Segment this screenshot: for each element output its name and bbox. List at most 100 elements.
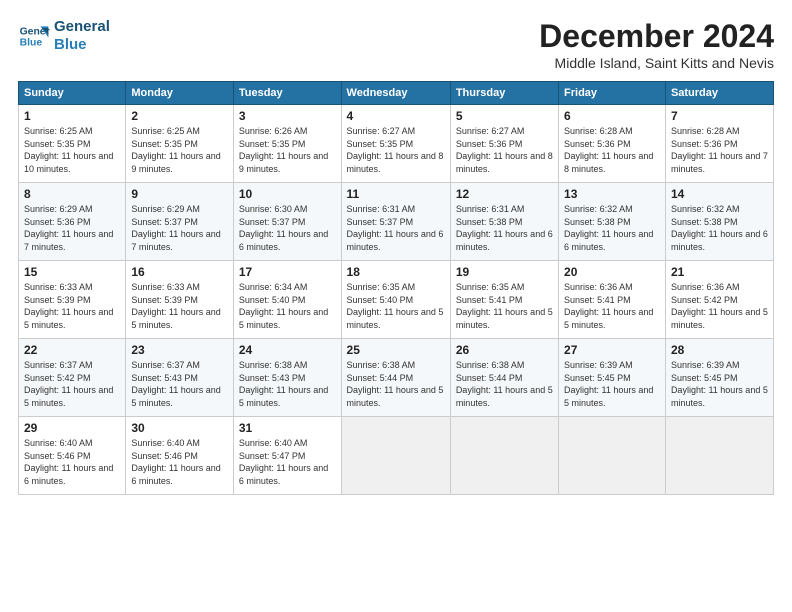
calendar-cell: 17 Sunrise: 6:34 AM Sunset: 5:40 PM Dayl… bbox=[233, 261, 341, 339]
sunrise-label: Sunrise: bbox=[671, 360, 704, 370]
day-info: Sunrise: 6:26 AM Sunset: 5:35 PM Dayligh… bbox=[239, 125, 336, 175]
day-info: Sunrise: 6:38 AM Sunset: 5:44 PM Dayligh… bbox=[347, 359, 445, 409]
weekday-header-thursday: Thursday bbox=[450, 82, 558, 105]
day-number: 22 bbox=[24, 343, 120, 357]
daylight-label: Daylight: bbox=[131, 307, 166, 317]
day-number: 21 bbox=[671, 265, 768, 279]
svg-text:Blue: Blue bbox=[20, 38, 43, 49]
daylight-label: Daylight: bbox=[347, 385, 382, 395]
day-number: 18 bbox=[347, 265, 445, 279]
sunrise-label: Sunrise: bbox=[671, 126, 704, 136]
sunset-label: Sunset: bbox=[131, 139, 162, 149]
calendar-cell: 15 Sunrise: 6:33 AM Sunset: 5:39 PM Dayl… bbox=[19, 261, 126, 339]
daylight-label: Daylight: bbox=[347, 151, 382, 161]
calendar-cell: 24 Sunrise: 6:38 AM Sunset: 5:43 PM Dayl… bbox=[233, 339, 341, 417]
sunset-label: Sunset: bbox=[671, 373, 702, 383]
daylight-label: Daylight: bbox=[239, 307, 274, 317]
sunset-label: Sunset: bbox=[456, 295, 487, 305]
sunset-label: Sunset: bbox=[239, 217, 270, 227]
calendar-cell: 19 Sunrise: 6:35 AM Sunset: 5:41 PM Dayl… bbox=[450, 261, 558, 339]
daylight-label: Daylight: bbox=[564, 385, 599, 395]
day-number: 1 bbox=[24, 109, 120, 123]
daylight-label: Daylight: bbox=[456, 385, 491, 395]
day-number: 15 bbox=[24, 265, 120, 279]
daylight-label: Daylight: bbox=[456, 307, 491, 317]
daylight-label: Daylight: bbox=[239, 463, 274, 473]
sunrise-label: Sunrise: bbox=[24, 126, 57, 136]
sunrise-label: Sunrise: bbox=[239, 360, 272, 370]
calendar-cell: 14 Sunrise: 6:32 AM Sunset: 5:38 PM Dayl… bbox=[665, 183, 773, 261]
sunrise-label: Sunrise: bbox=[24, 204, 57, 214]
calendar-cell: 30 Sunrise: 6:40 AM Sunset: 5:46 PM Dayl… bbox=[126, 417, 234, 495]
calendar-cell: 18 Sunrise: 6:35 AM Sunset: 5:40 PM Dayl… bbox=[341, 261, 450, 339]
daylight-label: Daylight: bbox=[24, 229, 59, 239]
day-info: Sunrise: 6:28 AM Sunset: 5:36 PM Dayligh… bbox=[671, 125, 768, 175]
sunset-label: Sunset: bbox=[456, 217, 487, 227]
day-number: 17 bbox=[239, 265, 336, 279]
sunset-label: Sunset: bbox=[347, 295, 378, 305]
calendar-cell: 8 Sunrise: 6:29 AM Sunset: 5:36 PM Dayli… bbox=[19, 183, 126, 261]
sunrise-label: Sunrise: bbox=[24, 282, 57, 292]
calendar-cell: 3 Sunrise: 6:26 AM Sunset: 5:35 PM Dayli… bbox=[233, 105, 341, 183]
sunset-label: Sunset: bbox=[347, 139, 378, 149]
sunrise-label: Sunrise: bbox=[564, 360, 597, 370]
day-number: 20 bbox=[564, 265, 660, 279]
daylight-label: Daylight: bbox=[671, 229, 706, 239]
day-number: 12 bbox=[456, 187, 553, 201]
calendar-cell: 23 Sunrise: 6:37 AM Sunset: 5:43 PM Dayl… bbox=[126, 339, 234, 417]
day-info: Sunrise: 6:36 AM Sunset: 5:42 PM Dayligh… bbox=[671, 281, 768, 331]
day-info: Sunrise: 6:25 AM Sunset: 5:35 PM Dayligh… bbox=[24, 125, 120, 175]
day-info: Sunrise: 6:29 AM Sunset: 5:36 PM Dayligh… bbox=[24, 203, 120, 253]
calendar-cell bbox=[450, 417, 558, 495]
sunset-label: Sunset: bbox=[24, 217, 55, 227]
calendar-cell: 6 Sunrise: 6:28 AM Sunset: 5:36 PM Dayli… bbox=[559, 105, 666, 183]
daylight-label: Daylight: bbox=[347, 307, 382, 317]
daylight-label: Daylight: bbox=[239, 151, 274, 161]
calendar-week-1: 1 Sunrise: 6:25 AM Sunset: 5:35 PM Dayli… bbox=[19, 105, 774, 183]
sunrise-label: Sunrise: bbox=[564, 282, 597, 292]
weekday-header-wednesday: Wednesday bbox=[341, 82, 450, 105]
calendar-cell: 26 Sunrise: 6:38 AM Sunset: 5:44 PM Dayl… bbox=[450, 339, 558, 417]
day-number: 10 bbox=[239, 187, 336, 201]
day-info: Sunrise: 6:27 AM Sunset: 5:36 PM Dayligh… bbox=[456, 125, 553, 175]
day-info: Sunrise: 6:36 AM Sunset: 5:41 PM Dayligh… bbox=[564, 281, 660, 331]
calendar-cell: 20 Sunrise: 6:36 AM Sunset: 5:41 PM Dayl… bbox=[559, 261, 666, 339]
day-info: Sunrise: 6:33 AM Sunset: 5:39 PM Dayligh… bbox=[131, 281, 228, 331]
daylight-label: Daylight: bbox=[24, 307, 59, 317]
day-number: 13 bbox=[564, 187, 660, 201]
calendar-cell: 1 Sunrise: 6:25 AM Sunset: 5:35 PM Dayli… bbox=[19, 105, 126, 183]
daylight-label: Daylight: bbox=[671, 307, 706, 317]
sunrise-label: Sunrise: bbox=[456, 360, 489, 370]
sunset-label: Sunset: bbox=[131, 295, 162, 305]
calendar-cell: 7 Sunrise: 6:28 AM Sunset: 5:36 PM Dayli… bbox=[665, 105, 773, 183]
calendar-page: General Blue General Blue December 2024 … bbox=[0, 0, 792, 612]
calendar-cell bbox=[341, 417, 450, 495]
day-info: Sunrise: 6:31 AM Sunset: 5:38 PM Dayligh… bbox=[456, 203, 553, 253]
sunrise-label: Sunrise: bbox=[24, 438, 57, 448]
daylight-label: Daylight: bbox=[24, 151, 59, 161]
calendar-cell: 28 Sunrise: 6:39 AM Sunset: 5:45 PM Dayl… bbox=[665, 339, 773, 417]
day-number: 9 bbox=[131, 187, 228, 201]
daylight-label: Daylight: bbox=[24, 463, 59, 473]
daylight-label: Daylight: bbox=[131, 151, 166, 161]
sunset-label: Sunset: bbox=[24, 451, 55, 461]
weekday-header-row: SundayMondayTuesdayWednesdayThursdayFrid… bbox=[19, 82, 774, 105]
sunrise-label: Sunrise: bbox=[131, 282, 164, 292]
sunrise-label: Sunrise: bbox=[564, 204, 597, 214]
sunrise-label: Sunrise: bbox=[456, 282, 489, 292]
weekday-header-monday: Monday bbox=[126, 82, 234, 105]
sunrise-label: Sunrise: bbox=[456, 204, 489, 214]
calendar-cell: 27 Sunrise: 6:39 AM Sunset: 5:45 PM Dayl… bbox=[559, 339, 666, 417]
header: General Blue General Blue December 2024 … bbox=[18, 18, 774, 71]
day-info: Sunrise: 6:39 AM Sunset: 5:45 PM Dayligh… bbox=[564, 359, 660, 409]
day-number: 5 bbox=[456, 109, 553, 123]
day-number: 29 bbox=[24, 421, 120, 435]
calendar-cell: 22 Sunrise: 6:37 AM Sunset: 5:42 PM Dayl… bbox=[19, 339, 126, 417]
day-info: Sunrise: 6:40 AM Sunset: 5:47 PM Dayligh… bbox=[239, 437, 336, 487]
sunset-label: Sunset: bbox=[239, 451, 270, 461]
sunrise-label: Sunrise: bbox=[131, 126, 164, 136]
sunset-label: Sunset: bbox=[24, 139, 55, 149]
day-info: Sunrise: 6:34 AM Sunset: 5:40 PM Dayligh… bbox=[239, 281, 336, 331]
day-number: 3 bbox=[239, 109, 336, 123]
sunset-label: Sunset: bbox=[24, 295, 55, 305]
